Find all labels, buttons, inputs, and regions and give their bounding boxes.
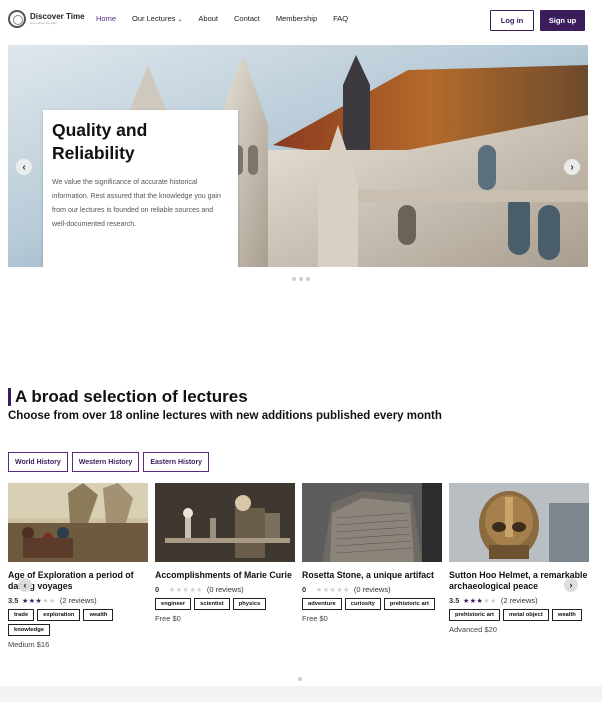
chevron-left-icon[interactable]: ‹ <box>16 159 32 175</box>
lecture-tags: trade exploration wealth knowledge <box>8 609 148 636</box>
lecture-card[interactable]: Accomplishments of Marie Curie 0 ★★★★★ (… <box>155 483 295 623</box>
lecture-price: Free $0 <box>155 614 181 623</box>
rating-stars-icon: ★★★★★ <box>169 586 203 594</box>
lecture-thumbnail[interactable] <box>155 483 295 562</box>
tag[interactable]: physics <box>232 598 267 610</box>
hero-body: We value the significance of accurate hi… <box>52 179 221 228</box>
logo-subtitle: learn about the past <box>30 21 57 25</box>
tag[interactable]: knowledge <box>8 624 50 636</box>
rosetta-stone-image <box>302 483 442 562</box>
lecture-thumbnail[interactable] <box>302 483 442 562</box>
section-subtitle: Choose from over 18 online lectures with… <box>8 410 442 422</box>
category-filters: World History Western History Eastern Hi… <box>8 452 210 472</box>
tag[interactable]: trade <box>8 609 35 621</box>
rating-value: 0 <box>302 585 307 594</box>
nav-home[interactable]: Home <box>96 14 116 23</box>
lecture-rating: 3.5 ★★★★★ (2 reviews) <box>8 596 148 605</box>
tag[interactable]: adventure <box>302 598 342 610</box>
tag[interactable]: wealth <box>83 609 114 621</box>
tag[interactable]: prehistoric art <box>449 609 500 621</box>
exploration-painting-image <box>8 483 148 562</box>
review-count: (0 reviews) <box>206 585 244 594</box>
chevron-right-icon[interactable]: › <box>564 578 578 592</box>
lecture-title[interactable]: Accomplishments of Marie Curie <box>155 570 295 581</box>
hero-dot-2[interactable] <box>299 277 303 281</box>
review-count: (0 reviews) <box>353 585 391 594</box>
chevron-down-icon: ⌄ <box>177 17 183 23</box>
hero-title: Quality and Reliability <box>52 120 148 163</box>
hero-dot-3[interactable] <box>306 277 310 281</box>
tag[interactable]: metal object <box>502 609 549 621</box>
rating-value: 3.5 <box>449 596 460 605</box>
section-title: A broad selection of lectures <box>15 387 248 406</box>
lecture-carousel-dot[interactable] <box>298 677 302 681</box>
lecture-thumbnail[interactable] <box>449 483 589 562</box>
section-accent-bar <box>8 388 11 406</box>
tag[interactable]: engineer <box>155 598 192 610</box>
rating-stars-icon: ★★★★★ <box>463 597 497 605</box>
rating-stars-icon: ★★★★★ <box>316 586 350 594</box>
review-count: (2 reviews) <box>59 596 97 605</box>
tag[interactable]: wealth <box>551 609 582 621</box>
signup-button[interactable]: Sign up <box>540 10 585 31</box>
lecture-rating: 0 ★★★★★ (0 reviews) <box>155 585 295 594</box>
nav-contact[interactable]: Contact <box>234 14 260 23</box>
login-button[interactable]: Log in <box>490 10 534 31</box>
filter-world-history[interactable]: World History <box>8 452 68 472</box>
lecture-card[interactable]: Sutton Hoo Helmet, a remarkable archaeol… <box>449 483 589 634</box>
lecture-tags: engineer scientist physics <box>155 598 295 610</box>
lecture-tags: adventure curiosity prehistoric art <box>302 598 442 610</box>
lecture-thumbnail[interactable] <box>8 483 148 562</box>
tag[interactable]: prehistoric art <box>383 598 435 610</box>
hero-dot-1[interactable] <box>292 277 296 281</box>
tag[interactable]: curiosity <box>344 598 381 610</box>
tag[interactable]: exploration <box>37 609 81 621</box>
lecture-tags: prehistoric art metal object wealth <box>449 609 589 621</box>
hero-pagination <box>292 277 310 281</box>
filter-western-history[interactable]: Western History <box>71 452 140 472</box>
footer-strip <box>0 686 602 702</box>
lecture-title[interactable]: Rosetta Stone, a unique artifact <box>302 570 442 581</box>
tag[interactable]: scientist <box>194 598 230 610</box>
site-header: Discover Time learn about the past Home … <box>0 0 602 42</box>
hero-carousel: Quality and Reliability We value the sig… <box>8 45 588 267</box>
lecture-rating: 0 ★★★★★ (0 reviews) <box>302 585 442 594</box>
logo[interactable]: Discover Time learn about the past <box>8 10 85 28</box>
nav-membership[interactable]: Membership <box>276 14 317 23</box>
rating-stars-icon: ★★★★★ <box>22 597 56 605</box>
lecture-price: Free $0 <box>302 614 328 623</box>
filter-eastern-history[interactable]: Eastern History <box>143 452 210 472</box>
logo-clock-icon <box>8 10 26 28</box>
nav-our-lectures[interactable]: Our Lectures ⌄ <box>132 14 182 23</box>
hero-text-card: Quality and Reliability We value the sig… <box>43 110 238 267</box>
lecture-price: Medium $16 <box>8 640 50 649</box>
nav-about[interactable]: About <box>198 14 218 23</box>
rating-value: 0 <box>155 585 160 594</box>
lecture-carousel: Age of Exploration a period of daring vo… <box>8 483 589 673</box>
chevron-left-icon[interactable]: ‹ <box>18 578 32 592</box>
laboratory-image <box>155 483 295 562</box>
nav-our-lectures-label: Our Lectures <box>132 14 176 23</box>
lecture-rating: 3.5 ★★★★★ (2 reviews) <box>449 596 589 605</box>
rating-value: 3.5 <box>8 596 19 605</box>
lecture-price: Advanced $20 <box>449 625 497 634</box>
lecture-card[interactable]: Age of Exploration a period of daring vo… <box>8 483 148 649</box>
logo-title: Discover Time <box>30 12 85 21</box>
review-count: (2 reviews) <box>500 596 538 605</box>
sutton-hoo-helmet-image <box>449 483 589 562</box>
nav-faq[interactable]: FAQ <box>333 14 348 23</box>
main-nav: Home Our Lectures ⌄ About Contact Members… <box>96 14 364 23</box>
chevron-right-icon[interactable]: › <box>564 159 580 175</box>
lecture-card[interactable]: Rosetta Stone, a unique artifact 0 ★★★★★… <box>302 483 442 623</box>
